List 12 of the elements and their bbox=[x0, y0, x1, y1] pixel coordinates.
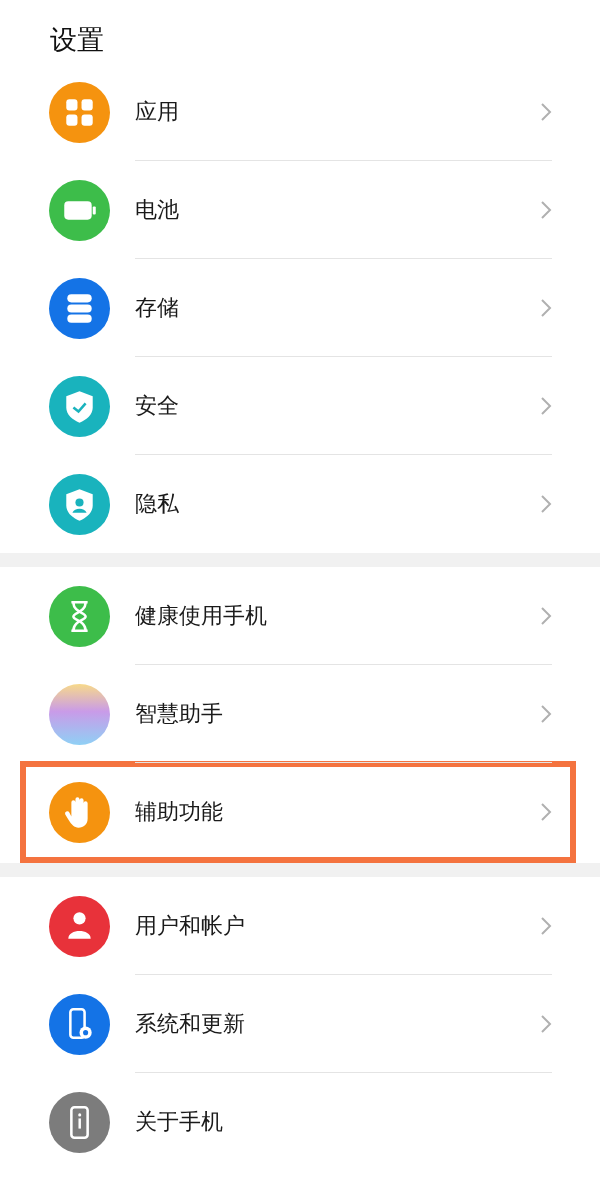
settings-item[interactable]: 健康使用手机 bbox=[135, 600, 267, 631]
settings-item[interactable]: 智慧助手 bbox=[135, 698, 223, 729]
settings-item[interactable]: 存储 bbox=[135, 292, 179, 323]
settings-item[interactable]: 用户和帐户 bbox=[135, 910, 245, 941]
page-title: 设置 bbox=[49, 23, 105, 57]
settings-item[interactable]: 隐私 bbox=[135, 489, 179, 519]
settings-item[interactable]: 电池 bbox=[135, 194, 179, 225]
settings-item[interactable]: 安全 bbox=[135, 390, 179, 421]
settings-item[interactable]: 应用 bbox=[135, 96, 179, 127]
settings-item[interactable]: 关于手机 bbox=[135, 1107, 223, 1137]
settings-item[interactable]: 辅助功能 bbox=[135, 797, 223, 827]
settings-item[interactable]: 系统和更新 bbox=[135, 1008, 245, 1039]
